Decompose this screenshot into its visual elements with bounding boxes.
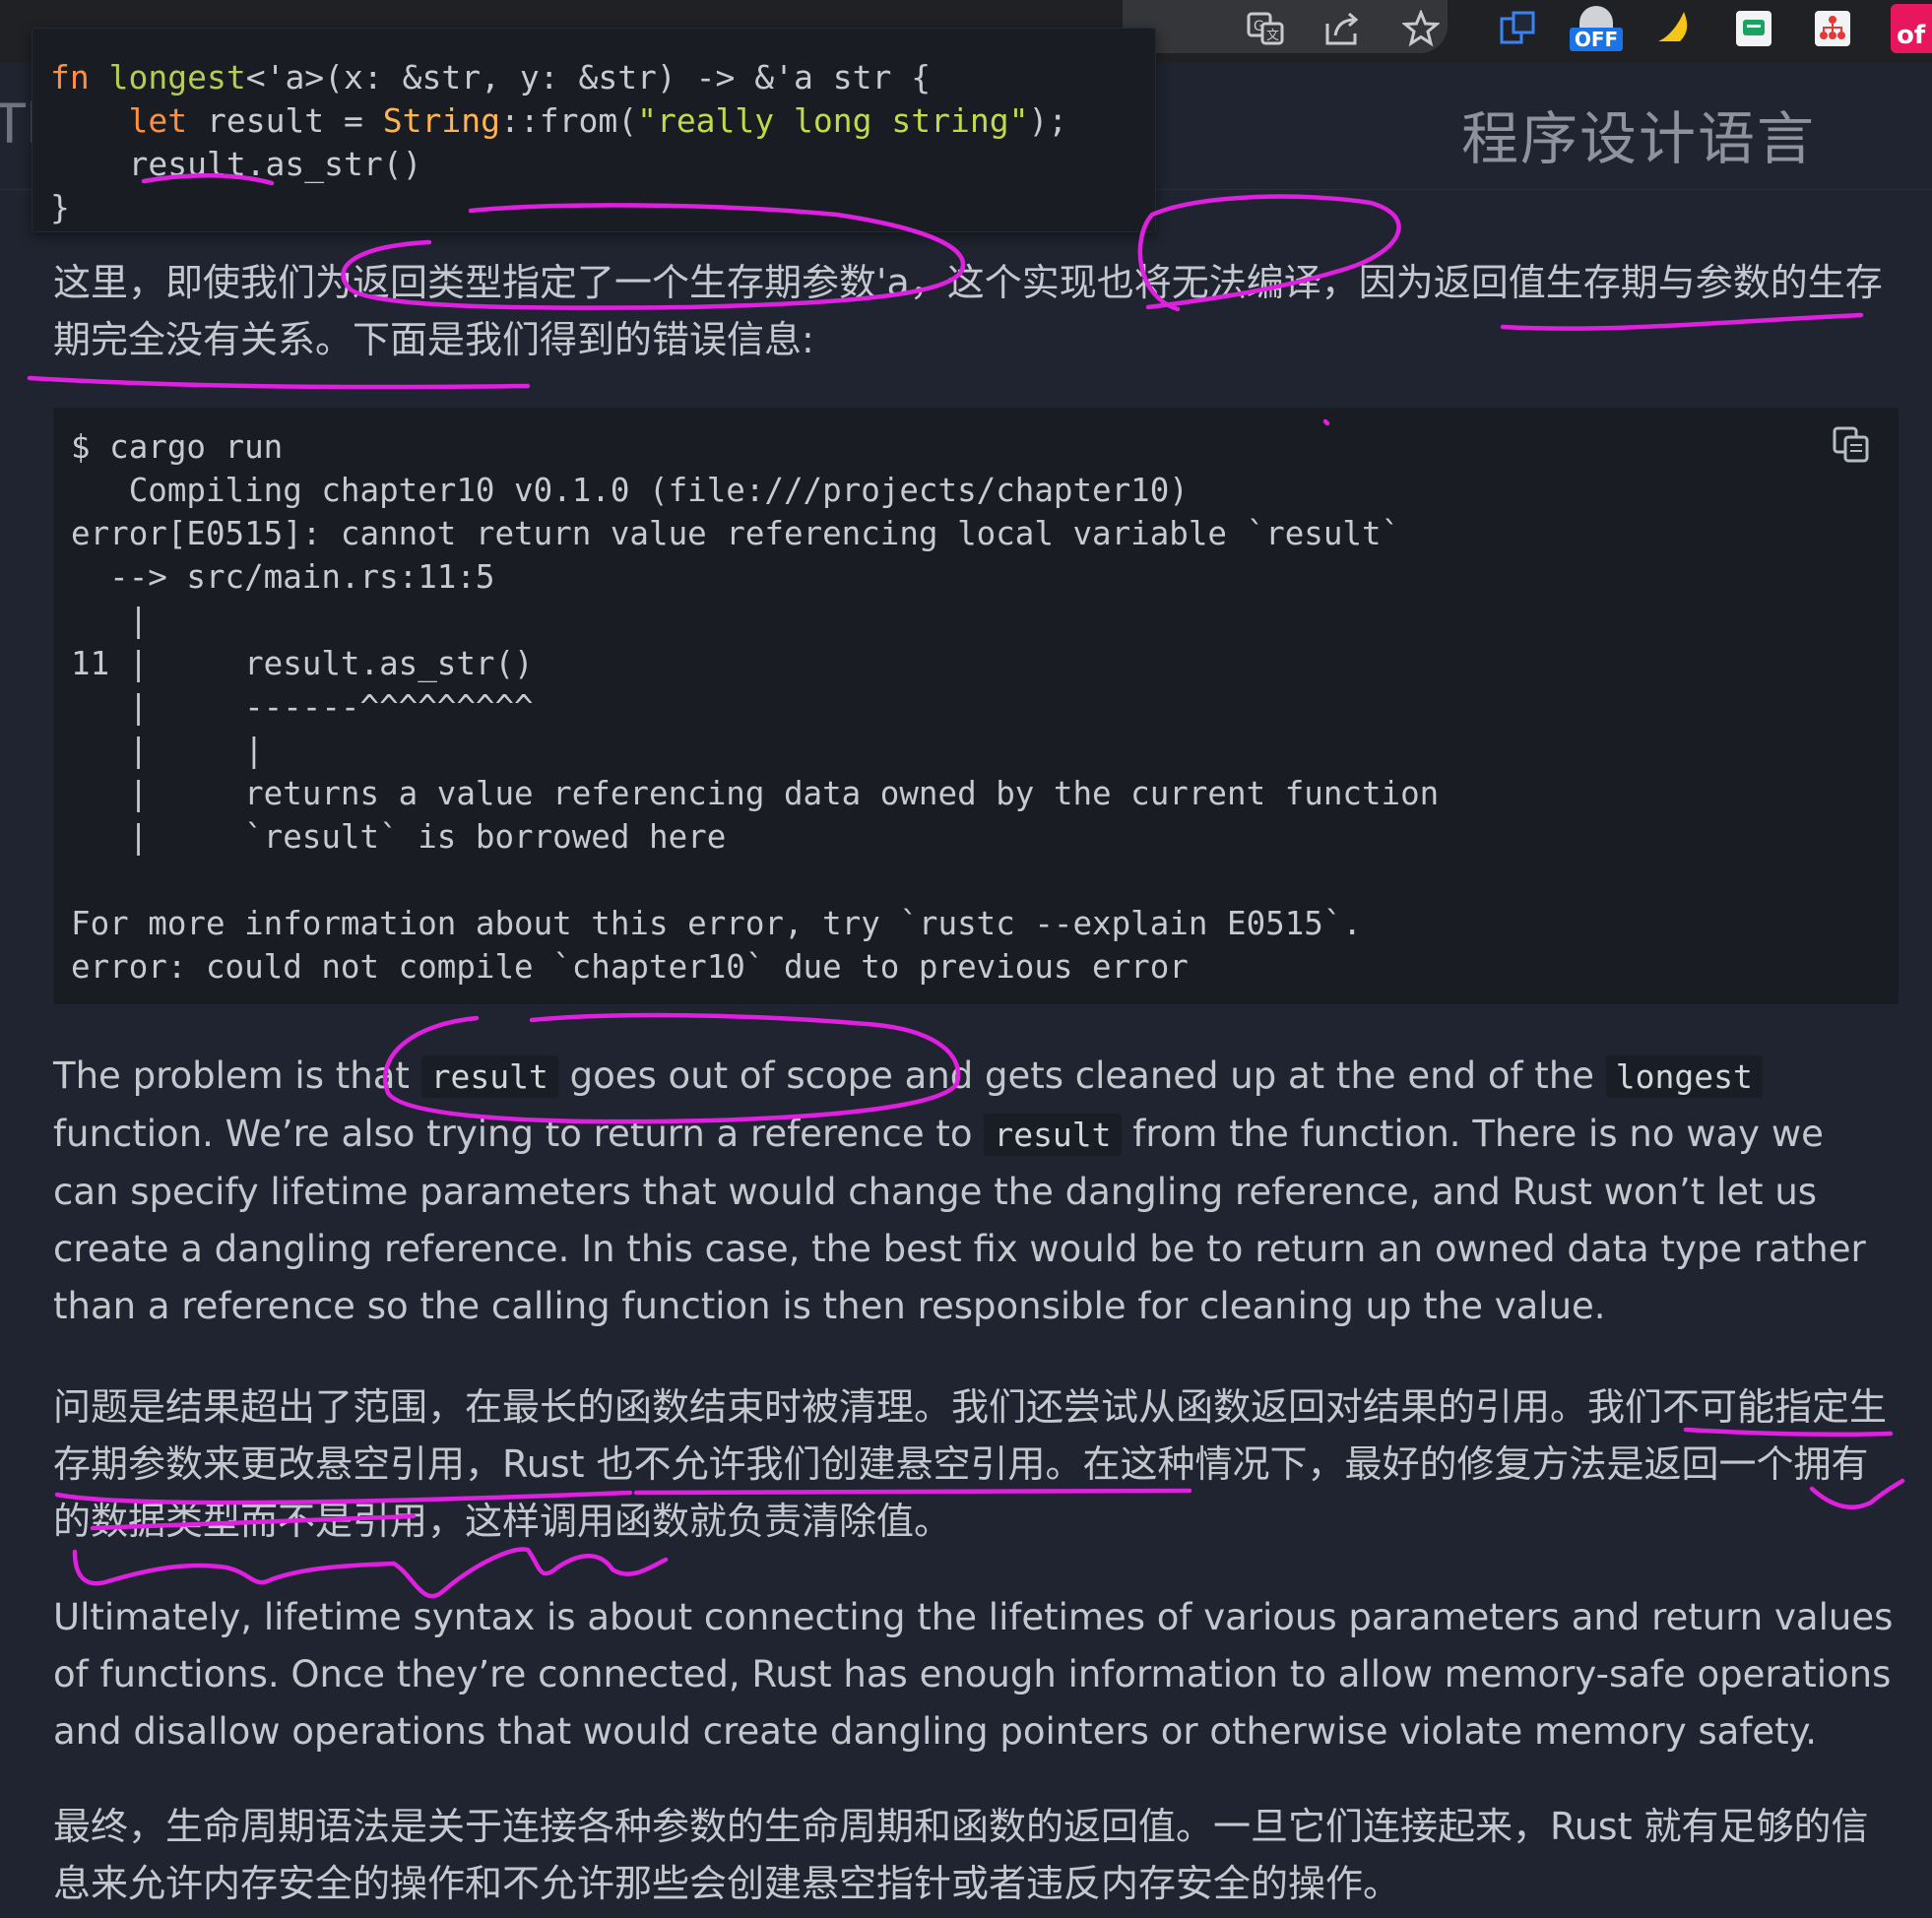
inline-code-longest: longest <box>1605 1055 1763 1098</box>
code-popup: fn longest<'a>(x: &str, y: &str) -> &'a … <box>32 28 1156 232</box>
code-string: "really long string" <box>637 101 1029 140</box>
terminal-text: $ cargo run Compiling chapter10 v0.1.0 (… <box>71 428 1440 986</box>
paragraph-zh-1: 这里，即使我们为返回类型指定了一个生存期参数'a，这个实现也将无法编译，因为返回… <box>53 261 1883 361</box>
share-icon[interactable] <box>1320 6 1365 51</box>
text-run: goes out of scope and gets cleaned up at… <box>557 1055 1606 1097</box>
code-keyword-fn: fn <box>50 58 90 96</box>
paragraph-zh-3: 最终，生命周期语法是关于连接各种参数的生命周期和函数的返回值。一旦它们连接起来，… <box>53 1805 1869 1905</box>
code-fn-name: longest <box>108 58 246 96</box>
code-type: String <box>382 101 500 140</box>
extension-yellow-icon[interactable] <box>1650 4 1700 53</box>
paragraph-en-1: The problem is that result goes out of s… <box>53 1048 1895 1335</box>
translate-icon[interactable]: G文 <box>1243 6 1288 51</box>
code-text: ::from( <box>500 101 638 140</box>
code-signature: <'a>(x: &str, y: &str) -> &'a str { <box>245 58 932 96</box>
extension-red-partial-label: of <box>1897 21 1926 50</box>
extension-red-partial[interactable]: of <box>1891 4 1932 53</box>
book-title: 程序设计语言 <box>1461 105 1817 172</box>
inline-code-result: result <box>420 1055 558 1098</box>
inline-code-result: result <box>984 1114 1122 1156</box>
extension-blue-icon[interactable] <box>1493 4 1542 53</box>
code-line-3: result.as_str() <box>128 145 422 183</box>
paragraph-en-2: Ultimately, lifetime syntax is about con… <box>53 1596 1894 1753</box>
extension-green-chat-icon[interactable] <box>1729 4 1778 53</box>
extension-red-network-icon[interactable] <box>1808 4 1857 53</box>
popup-code: fn longest<'a>(x: &str, y: &str) -> &'a … <box>50 56 1067 229</box>
svg-text:文: 文 <box>1266 29 1279 43</box>
code-line-4: } <box>50 188 70 226</box>
text-run: The problem is that <box>53 1055 421 1097</box>
code-text: result = <box>187 101 383 140</box>
copy-icon[interactable] <box>1828 421 1875 469</box>
paragraph-zh-2: 问题是结果超出了范围，在最长的函数结束时被清理。我们还尝试从函数返回对结果的引用… <box>53 1385 1888 1543</box>
extension-off-badge[interactable]: OFF <box>1569 4 1624 53</box>
off-badge-label: OFF <box>1569 28 1624 51</box>
text-run: function. We’re also trying to return a … <box>53 1113 985 1155</box>
annotation-underline <box>27 375 531 390</box>
code-text: ); <box>1028 101 1068 140</box>
terminal-output: $ cargo run Compiling chapter10 v0.1.0 (… <box>53 408 1899 1004</box>
code-keyword-let: let <box>128 101 188 140</box>
bookmark-star-icon[interactable] <box>1398 6 1444 51</box>
